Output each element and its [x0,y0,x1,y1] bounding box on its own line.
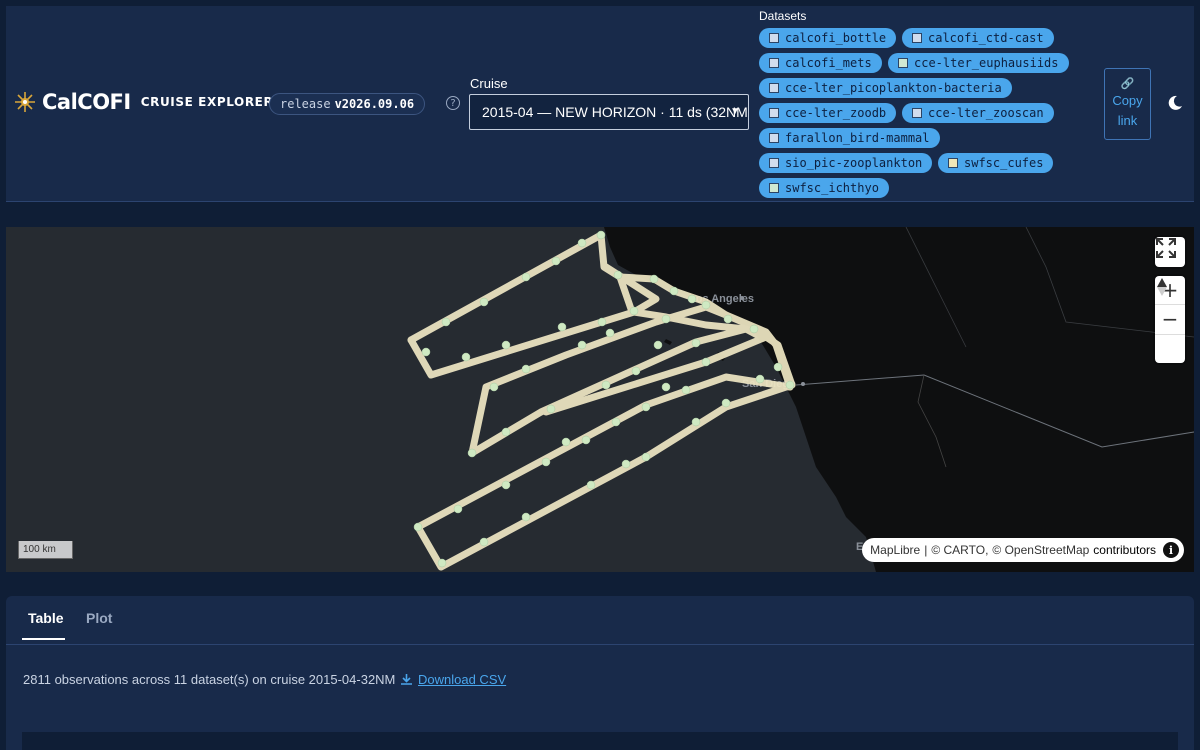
link-icon: 🔗 [1120,78,1135,90]
dataset-chip-cce-lter-zooscan[interactable]: cce-lter_zooscan [902,103,1054,123]
attribution-carto[interactable]: © CARTO, [931,543,988,557]
tab-plot[interactable]: Plot [86,610,112,626]
dataset-chip-farallon-bird-mammal[interactable]: farallon_bird-mammal [759,128,940,148]
info-icon[interactable]: i [1163,542,1179,558]
checkbox-icon [769,33,779,43]
checkbox-icon [948,158,958,168]
dataset-chip-cce-lter-euphausiids[interactable]: cce-lter_euphausiids [888,53,1069,73]
dataset-chip-label: cce-lter_zooscan [928,106,1044,120]
fullscreen-button[interactable] [1155,237,1185,267]
dataset-chip-cce-lter-picoplankton-bacteria[interactable]: cce-lter_picoplankton-bacteria [759,78,1012,98]
checkbox-icon [769,108,779,118]
checkbox-icon [769,58,779,68]
cruise-selected-value: 2015-04 — NEW HORIZON · 11 ds (32NM) [482,104,749,120]
brand-subtitle: CRUISE EXPLORER [140,95,274,109]
active-tab-indicator [22,638,65,640]
cruise-label: Cruise [470,76,508,91]
brand-name: CalCOFI [42,90,131,114]
moon-icon[interactable] [1166,94,1184,112]
release-version: v2026.09.06 [334,97,415,111]
header: CalCOFI CRUISE EXPLORER release v2026.09… [6,6,1194,202]
map[interactable]: Los Angeles San Diego E + − 100 km MapLi… [6,227,1194,572]
dataset-chip-swfsc-ichthyo[interactable]: swfsc_ichthyo [759,178,889,198]
dataset-chip-label: cce-lter_zoodb [785,106,887,120]
download-csv-link[interactable]: Download CSV [418,672,506,687]
download-icon[interactable] [400,673,413,686]
compass-icon [1157,278,1167,296]
checkbox-icon [769,158,779,168]
data-panel: Table Plot 2811 observations across 11 d… [6,596,1194,750]
copy-link-button[interactable]: 🔗 Copy link [1104,68,1151,140]
dataset-chip-label: cce-lter_euphausiids [914,56,1059,70]
city-dot-la [740,296,744,300]
dataset-chip-label: calcofi_mets [785,56,872,70]
chevron-down-icon: ▼ [730,106,740,117]
fullscreen-icon [1156,238,1176,258]
checkbox-icon [769,83,779,93]
brand[interactable]: CalCOFI CRUISE EXPLORER [14,90,273,114]
dataset-chip-label: calcofi_bottle [785,31,887,45]
dataset-chip-cce-lter-zoodb[interactable]: cce-lter_zoodb [759,103,897,123]
checkbox-icon [769,133,779,143]
checkbox-icon [912,33,922,43]
table-header-strip [22,732,1178,750]
map-canvas[interactable]: Los Angeles San Diego E [6,227,1194,572]
dataset-chip-label: farallon_bird-mammal [785,131,930,145]
cruise-select[interactable]: 2015-04 — NEW HORIZON · 11 ds (32NM) ▼ [469,94,749,130]
copy-link-label-2: link [1117,113,1138,128]
map-navigation-controls: + − [1155,276,1185,363]
dataset-chip-calcofi-mets[interactable]: calcofi_mets [759,53,882,73]
tab-bar: Table Plot [6,596,1194,645]
attribution-maplibre[interactable]: MapLibre [870,543,920,557]
attribution-contributors: contributors [1093,543,1156,557]
scale-bar: 100 km [18,541,73,559]
dataset-chip-swfsc-cufes[interactable]: swfsc_cufes [938,153,1054,173]
dataset-chip-label: calcofi_ctd-cast [928,31,1044,45]
dataset-chip-calcofi-bottle[interactable]: calcofi_bottle [759,28,897,48]
attribution-separator: | [924,543,928,557]
checkbox-icon [898,58,908,68]
release-prefix: release [280,97,331,111]
map-attribution: MapLibre | © CARTO, © OpenStreetMap cont… [862,538,1184,562]
dataset-chip-label: sio_pic-zooplankton [785,156,923,170]
attribution-osm[interactable]: © OpenStreetMap [992,543,1089,557]
dataset-chip-label: swfsc_ichthyo [785,181,879,195]
compass-button[interactable] [1155,278,1185,363]
dataset-chip-label: swfsc_cufes [964,156,1044,170]
observation-summary: 2811 observations across 11 dataset(s) o… [23,672,396,687]
checkbox-icon [912,108,922,118]
city-dot-sd [801,382,805,386]
zoom-out-button[interactable]: − [1155,305,1185,335]
compass-rose-icon [15,92,35,112]
copy-link-label: Copy [1112,93,1143,108]
help-icon[interactable]: ? [446,96,460,110]
datasets-label: Datasets [759,9,807,23]
dataset-chip-calcofi-ctd-cast[interactable]: calcofi_ctd-cast [902,28,1054,48]
land-mass [604,227,1194,572]
dataset-chip-sio-pic-zooplankton[interactable]: sio_pic-zooplankton [759,153,933,173]
dataset-chip-label: cce-lter_picoplankton-bacteria [785,81,1002,95]
release-badge: release v2026.09.06 [269,93,426,115]
tab-table[interactable]: Table [28,610,64,626]
checkbox-icon [769,183,779,193]
